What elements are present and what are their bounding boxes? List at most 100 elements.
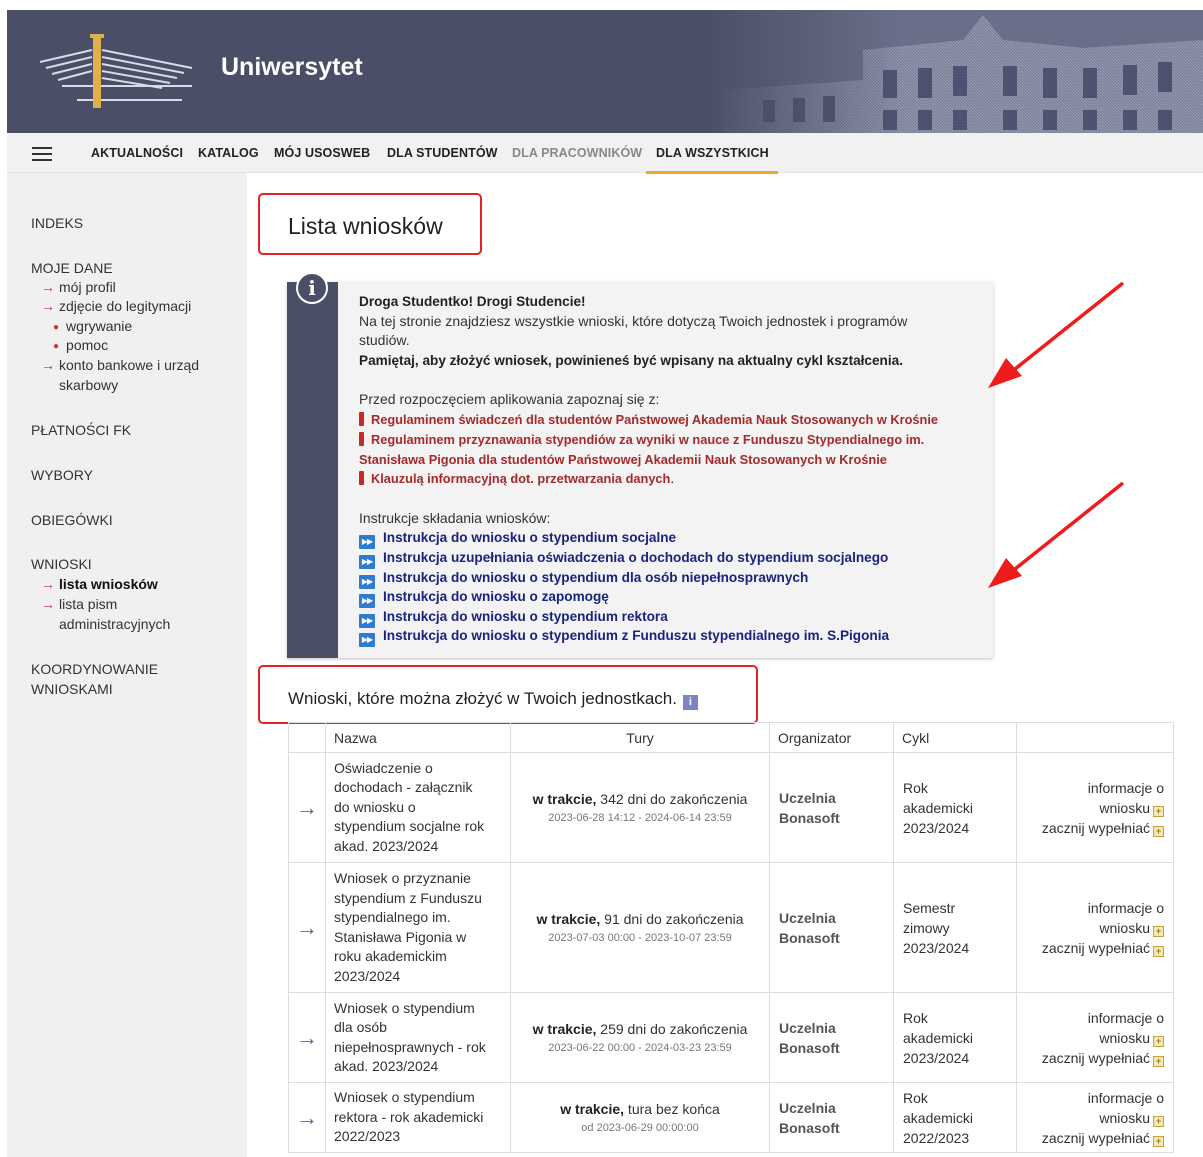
sidebar-item-label: WNIOSKAMI bbox=[31, 680, 113, 697]
nav-dla-studentow[interactable]: DLA STUDENTÓW bbox=[387, 146, 498, 160]
bullet-icon: ● bbox=[53, 340, 60, 352]
regulation-link-label: Stanisława Pigonia dla studentów Państwo… bbox=[359, 452, 887, 467]
sidebar-item-pomoc[interactable]: ● pomoc bbox=[53, 337, 108, 353]
instruction-link-4[interactable]: ▶▶ Instrukcja do wniosku o zapomogę bbox=[359, 587, 609, 608]
cell-line: Wniosek o stypendium bbox=[334, 999, 475, 1016]
plus-box-icon[interactable]: + bbox=[1153, 1055, 1164, 1067]
start-filling-link[interactable]: zacznij wypełniać + bbox=[1042, 940, 1164, 957]
tury-dates: 2023-07-03 00:00 - 2023-10-07 23:59 bbox=[548, 932, 732, 944]
brand-title: Uniwersytet bbox=[221, 53, 363, 81]
header-nazwa: Nazwa bbox=[325, 722, 511, 753]
cell-line: Bonasoft bbox=[779, 809, 840, 826]
expand-arrow-icon[interactable]: → bbox=[288, 862, 326, 993]
info-link-label: wniosku bbox=[1099, 1029, 1150, 1046]
start-filling-label: zacznij wypełniać bbox=[1041, 1129, 1150, 1146]
header-cykl: Cykl bbox=[893, 722, 1017, 753]
sidebar-item-wybory[interactable]: WYBORY bbox=[31, 467, 93, 483]
instruction-link-5[interactable]: ▶▶ Instrukcja do wniosku o stypendium rek… bbox=[359, 607, 668, 628]
plus-box-icon[interactable]: + bbox=[1153, 925, 1164, 937]
cell-line: dla osób bbox=[334, 1019, 387, 1035]
sidebar-item-lista-pism[interactable]: → lista pism administracyjnych bbox=[41, 595, 170, 634]
plus-box-icon[interactable]: + bbox=[1153, 1115, 1164, 1127]
status-rest: tura bez końca bbox=[624, 1101, 720, 1117]
regulation-link-3[interactable]: Klauzulą informacyjną dot. przetwarzania… bbox=[359, 469, 674, 489]
nav-dla-pracownikow[interactable]: DLA PRACOWNIKÓW bbox=[512, 146, 642, 160]
sidebar-item-moj-profil[interactable]: → mój profil bbox=[41, 278, 116, 298]
plus-box-icon[interactable]: + bbox=[1153, 825, 1164, 837]
fast-forward-icon: ▶▶ bbox=[359, 594, 375, 608]
cell-line: dochodach - załącznik bbox=[334, 779, 473, 796]
cell-name: Wniosek o stypendium dla osób niepełnospra… bbox=[325, 992, 511, 1083]
cell-line: Rok bbox=[903, 1009, 928, 1026]
sidebar-item-label: lista wniosków bbox=[59, 576, 158, 592]
info-link[interactable]: informacje o wniosku + bbox=[1088, 900, 1164, 937]
cell-line: do wniosku o bbox=[334, 798, 416, 815]
cell-cykl: Rok akademicki 2022/2023 bbox=[893, 1082, 1017, 1153]
instruction-link-2[interactable]: ▶▶ Instrukcja uzupełniania oświadczenia o… bbox=[359, 548, 888, 569]
cell-line: rektora - rok akademicki bbox=[334, 1108, 484, 1125]
cell-line: Uczelnia bbox=[779, 789, 836, 806]
cell-line: stypendialnego im. bbox=[334, 909, 451, 925]
cell-line: Oświadczenie o bbox=[334, 759, 433, 776]
cell-cykl: Rok akademicki 2023/2024 bbox=[893, 992, 1017, 1083]
cell-line: Rok bbox=[903, 779, 928, 796]
sidebar-item-label: pomoc bbox=[66, 337, 109, 353]
start-filling-link[interactable]: zacznij wypełniać + bbox=[1041, 1129, 1164, 1147]
tury-status: w trakcie, tura bez końca bbox=[511, 1101, 769, 1117]
sidebar-item-koordynowanie[interactable]: KOORDYNOWANIE WNIOSKAMI bbox=[31, 660, 158, 699]
university-logo[interactable] bbox=[32, 30, 202, 114]
info-link-label: wniosku bbox=[1099, 1109, 1150, 1126]
info-link[interactable]: informacje o wniosku + bbox=[1088, 1010, 1164, 1047]
sidebar-item-platnosci[interactable]: PŁATNOŚCI FK bbox=[31, 422, 131, 438]
expand-arrow-icon[interactable]: → bbox=[288, 1082, 326, 1153]
regulation-link-1[interactable]: Regulaminem świadczeń dla studentów Pańs… bbox=[359, 410, 938, 430]
sidebar: INDEKS MOJE DANE → mój profil → zdjęcie do… bbox=[7, 173, 247, 1157]
nav-moj-usosweb[interactable]: MÓJ USOSWEB bbox=[274, 146, 370, 160]
start-filling-link[interactable]: zacznij wypełniać + bbox=[1042, 1050, 1164, 1067]
plus-box-icon[interactable]: + bbox=[1153, 945, 1164, 957]
sidebar-item-label: skarbowy bbox=[59, 376, 119, 393]
nav-dla-wszystkich[interactable]: DLA WSZYSTKICH bbox=[646, 146, 778, 174]
arrow-right-icon: → bbox=[41, 576, 55, 592]
info-link[interactable]: informacje o wniosku + bbox=[1087, 1089, 1164, 1127]
instruction-link-1[interactable]: ▶▶ Instrukcja do wniosku o stypendium soc… bbox=[359, 528, 676, 549]
highlight-box-title bbox=[258, 193, 482, 255]
table-row: → Oświadczenie o dochodach - załącznik do w… bbox=[288, 752, 1174, 863]
cell-name: Oświadczenie o dochodach - załącznik do wn… bbox=[325, 752, 511, 863]
tury-dates: 2023-06-22 00:00 - 2024-03-23 23:59 bbox=[548, 1042, 732, 1054]
regulation-link-2-cont[interactable]: Stanisława Pigonia dla studentów Państwo… bbox=[359, 450, 887, 470]
instruction-link-6[interactable]: ▶▶ Instrukcja do wniosku o stypendium z F… bbox=[359, 626, 889, 647]
sidebar-item-obiegowki[interactable]: OBIEGÓWKI bbox=[31, 512, 113, 528]
info-link-label: informacje o bbox=[1087, 1089, 1164, 1106]
sidebar-item-indeks[interactable]: INDEKS bbox=[31, 215, 83, 231]
instruction-link-3[interactable]: ▶▶ Instrukcja do wniosku o stypendium dla… bbox=[359, 568, 808, 589]
plus-box-icon[interactable]: + bbox=[1153, 805, 1164, 817]
sidebar-item-lista-wnioskow[interactable]: → lista wniosków bbox=[41, 575, 158, 595]
regulation-link-2[interactable]: Regulaminem przyznawania stypendiów za w… bbox=[359, 430, 924, 450]
sidebar-item-wnioski[interactable]: WNIOSKI bbox=[31, 556, 92, 572]
plus-box-icon[interactable]: + bbox=[1153, 1135, 1164, 1147]
hamburger-menu-icon[interactable] bbox=[32, 147, 52, 161]
nav-aktualnosci[interactable]: AKTUALNOŚCI bbox=[91, 146, 183, 160]
cell-organizator: Uczelnia Bonasoft bbox=[769, 992, 894, 1083]
sidebar-item-zdjecie[interactable]: → zdjęcie do legitymacji bbox=[41, 297, 191, 317]
expand-arrow-icon[interactable]: → bbox=[288, 752, 326, 863]
info-before: Przed rozpoczęciem aplikowania zapoznaj … bbox=[359, 391, 660, 407]
cell-line: akademicki bbox=[903, 799, 974, 816]
sidebar-item-moje-dane[interactable]: MOJE DANE bbox=[31, 260, 113, 276]
sidebar-item-wgrywanie[interactable]: ● wgrywanie bbox=[53, 318, 132, 334]
regulation-link-label: Regulaminem przyznawania stypendiów za w… bbox=[371, 432, 925, 447]
cell-line: Bonasoft bbox=[779, 1119, 840, 1136]
cell-line: Stanisława Pigonia w bbox=[334, 928, 467, 945]
tury-status: w trakcie, 91 dni do zakończenia bbox=[511, 911, 769, 927]
nav-katalog[interactable]: KATALOG bbox=[198, 146, 259, 160]
expand-arrow-icon[interactable]: → bbox=[288, 992, 326, 1083]
arrow-right-icon: → bbox=[41, 298, 55, 314]
table-header-row: Nazwa Tury Organizator Cykl bbox=[288, 722, 1174, 753]
plus-box-icon[interactable]: + bbox=[1153, 1035, 1164, 1047]
sidebar-item-label: lista pism bbox=[59, 596, 118, 612]
instruction-link-label: Instrukcja do wniosku o zapomogę bbox=[383, 589, 609, 604]
start-filling-link[interactable]: zacznij wypełniać + bbox=[1042, 820, 1164, 837]
sidebar-item-konto[interactable]: → konto bankowe i urząd skarbowy bbox=[41, 356, 199, 395]
info-link[interactable]: informacje o wniosku + bbox=[1088, 780, 1164, 817]
